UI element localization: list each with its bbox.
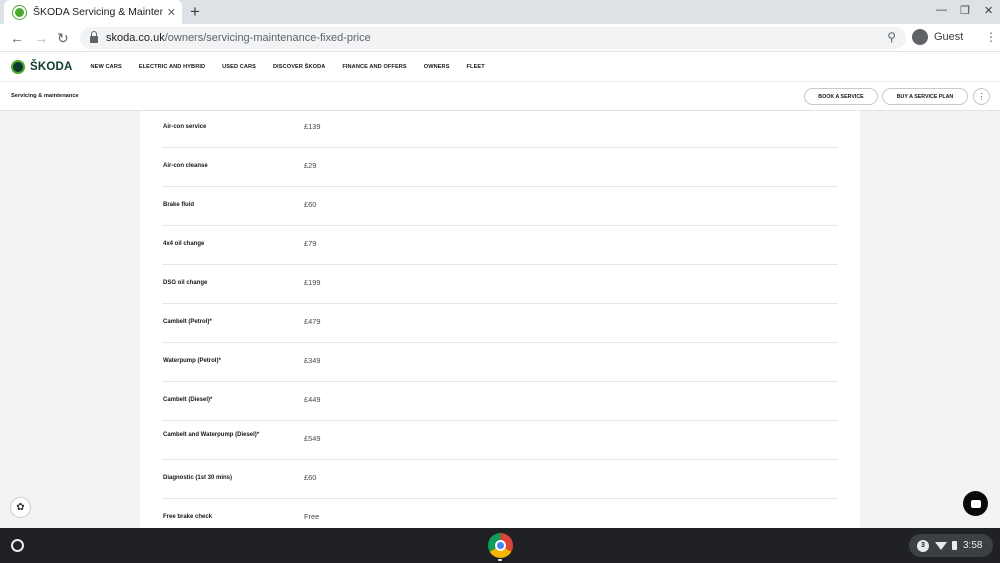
restore-window-icon[interactable]: ❐ (960, 4, 970, 17)
lock-icon (90, 31, 98, 43)
running-indicator (498, 559, 502, 561)
service-price: Free (304, 512, 320, 521)
table-row: Free brake check Free (162, 499, 838, 528)
profile-button[interactable]: Guest (912, 29, 963, 45)
notification-count-badge: 3 (917, 539, 929, 552)
price-list: Air-con service £139 Air-con cleanse £29… (140, 111, 860, 528)
table-row: Air-con cleanse £29 (162, 148, 838, 187)
table-row: Cambelt and Waterpump (Diesel)* £549 (162, 421, 838, 460)
table-row: 4x4 oil change £79 (162, 226, 838, 265)
service-price: £60 (304, 473, 317, 482)
service-name: DSG oil change (163, 280, 208, 286)
table-row: Brake fluid £60 (162, 187, 838, 226)
service-name: 4x4 oil change (163, 241, 205, 247)
avatar-icon (912, 29, 928, 45)
logo-text: ŠKODA (30, 60, 73, 73)
chat-icon[interactable] (963, 491, 988, 516)
service-price: £479 (304, 317, 321, 326)
nav-item-fleet[interactable]: FLEET (467, 64, 485, 70)
wifi-icon (935, 541, 947, 550)
service-price: £29 (304, 161, 317, 170)
buy-service-plan-button[interactable]: BUY A SERVICE PLAN (882, 88, 968, 105)
new-tab-button[interactable]: + (190, 2, 200, 22)
minimize-window-icon[interactable]: ― (936, 4, 947, 16)
forward-icon[interactable]: → (34, 29, 48, 47)
chrome-app-icon[interactable] (488, 533, 513, 558)
table-row: DSG oil change £199 (162, 265, 838, 304)
service-name: Air-con service (163, 124, 207, 130)
service-name: Waterpump (Petrol)* (163, 358, 221, 364)
service-name: Air-con cleanse (163, 163, 208, 169)
browser-tab-strip: ŠKODA Servicing & Maintenance ✕ + ― ❐ ✕ (0, 0, 1000, 24)
service-price: £60 (304, 200, 317, 209)
skoda-logo[interactable]: ŠKODA (11, 59, 73, 74)
site-nav: ŠKODA NEW CARS ELECTRIC AND HYBRID USED … (0, 52, 1000, 82)
more-options-icon[interactable]: ⋮ (973, 88, 990, 105)
profile-name: Guest (934, 31, 964, 43)
os-shelf: 3 3:58 (0, 528, 1000, 563)
service-name: Cambelt (Diesel)* (163, 397, 213, 403)
browser-menu-icon[interactable]: ⋮ (985, 30, 997, 44)
search-icon[interactable]: ⚲ (887, 30, 896, 44)
section-title: Servicing & maintenance (11, 93, 79, 99)
url-text: skoda.co.uk/owners/servicing-maintenance… (106, 32, 371, 44)
section-header: Servicing & maintenance BOOK A SERVICE B… (0, 82, 1000, 111)
table-row: Cambelt (Petrol)* £479 (162, 304, 838, 343)
tab-title: ŠKODA Servicing & Maintenance (33, 6, 163, 18)
service-price: £449 (304, 395, 321, 404)
skoda-favicon-icon (13, 5, 26, 19)
table-row: Waterpump (Petrol)* £349 (162, 343, 838, 382)
nav-item-new-cars[interactable]: NEW CARS (91, 64, 122, 70)
close-tab-icon[interactable]: ✕ (167, 6, 176, 19)
launcher-icon[interactable] (11, 539, 24, 552)
status-tray[interactable]: 3 3:58 (909, 534, 993, 557)
service-price: £549 (304, 434, 321, 443)
close-window-icon[interactable]: ✕ (984, 4, 993, 17)
nav-item-discover[interactable]: DISCOVER ŠKODA (273, 64, 325, 70)
service-name: Cambelt (Petrol)* (163, 319, 212, 325)
cookie-settings-icon[interactable]: ✿ (10, 497, 31, 518)
nav-item-electric-hybrid[interactable]: ELECTRIC AND HYBRID (139, 64, 205, 70)
table-row: Cambelt (Diesel)* £449 (162, 382, 838, 421)
browser-tab[interactable]: ŠKODA Servicing & Maintenance ✕ (4, 0, 182, 24)
book-service-button[interactable]: BOOK A SERVICE (804, 88, 878, 105)
nav-item-used-cars[interactable]: USED CARS (222, 64, 256, 70)
table-row: Air-con service £139 (162, 111, 838, 148)
chat-bubble-icon (970, 499, 981, 508)
skoda-logo-icon (11, 59, 25, 74)
url-host: skoda.co.uk (106, 32, 165, 44)
service-name: Cambelt and Waterpump (Diesel)* (163, 432, 260, 438)
service-name: Free brake check (163, 514, 213, 520)
browser-toolbar: ← → ↻ skoda.co.uk/owners/servicing-maint… (0, 24, 1000, 52)
service-price: £199 (304, 278, 321, 287)
nav-item-owners[interactable]: OWNERS (424, 64, 450, 70)
service-name: Diagnostic (1st 30 mins) (163, 475, 233, 481)
address-bar[interactable]: skoda.co.uk/owners/servicing-maintenance… (80, 27, 906, 49)
url-path: /owners/servicing-maintenance-fixed-pric… (164, 32, 371, 44)
table-row: Diagnostic (1st 30 mins) £60 (162, 460, 838, 499)
clock: 3:58 (963, 540, 983, 551)
back-icon[interactable]: ← (10, 29, 24, 47)
reload-icon[interactable]: ↻ (57, 29, 69, 47)
service-price: £139 (304, 122, 321, 131)
service-name: Brake fluid (163, 202, 195, 208)
battery-icon (952, 541, 957, 550)
service-price: £79 (304, 239, 317, 248)
nav-item-finance[interactable]: FINANCE AND OFFERS (342, 64, 406, 70)
service-price: £349 (304, 356, 321, 365)
